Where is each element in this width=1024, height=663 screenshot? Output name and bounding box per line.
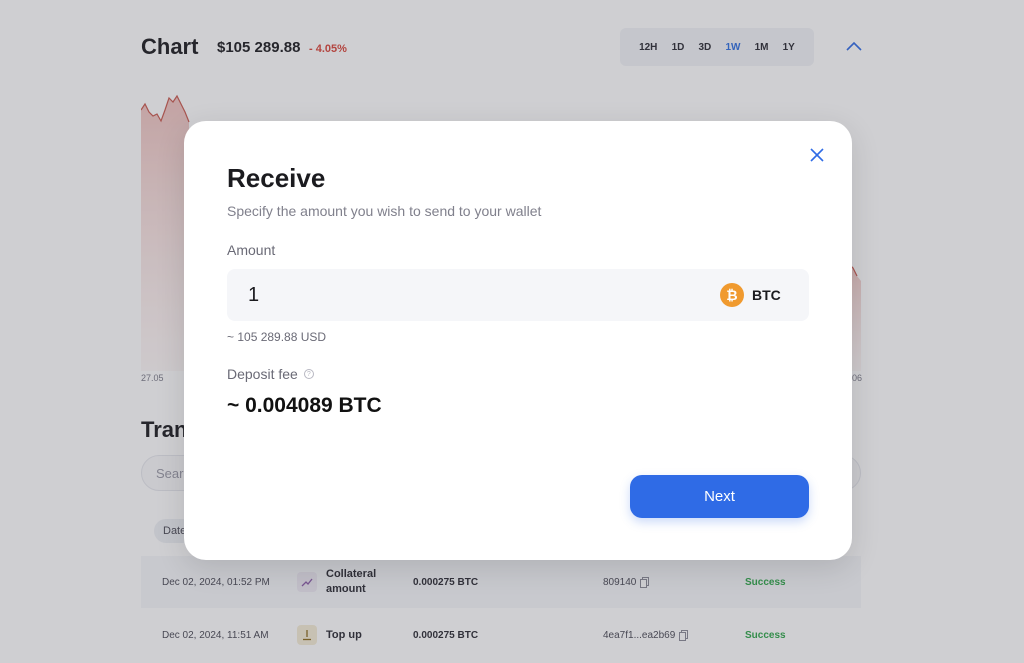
receive-modal: Receive Specify the amount you wish to s… <box>184 121 852 560</box>
deposit-fee-value: ~ 0.004089 BTC <box>227 394 382 417</box>
deposit-fee-label: Deposit fee ? <box>227 366 314 382</box>
currency-selector[interactable]: ₿ BTC <box>720 283 781 307</box>
amount-field: ₿ BTC <box>227 269 809 321</box>
currency-label: BTC <box>752 287 781 303</box>
amount-label: Amount <box>227 242 276 258</box>
modal-title: Receive <box>227 163 326 193</box>
usd-estimate: ~ 105 289.88 USD <box>227 330 327 344</box>
bitcoin-icon: ₿ <box>720 283 744 307</box>
info-icon[interactable]: ? <box>303 369 314 379</box>
amount-input[interactable] <box>227 269 697 321</box>
next-button[interactable]: Next <box>630 475 809 518</box>
modal-subtitle: Specify the amount you wish to send to y… <box>227 203 542 219</box>
close-icon[interactable] <box>808 146 826 164</box>
